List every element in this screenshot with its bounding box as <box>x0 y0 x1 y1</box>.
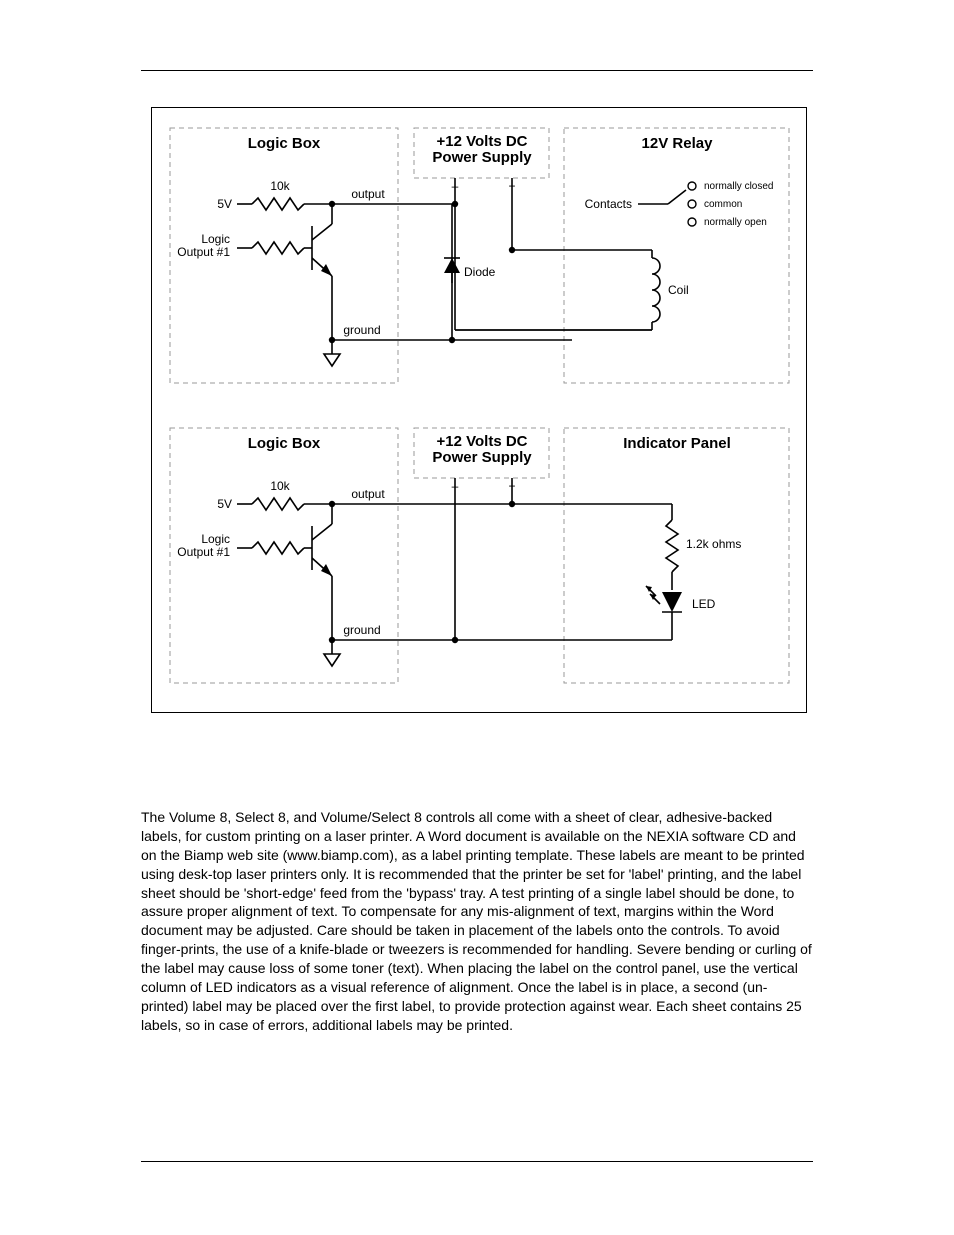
ground-icon <box>324 354 340 366</box>
diagram-svg: .t { font-family: Arial, Helvetica, sans… <box>152 108 806 712</box>
relay-title: 12V Relay <box>642 135 714 152</box>
contact-no-icon <box>688 218 696 226</box>
bottom-schematic: Logic Box +12 Volts DCPower Supply Indic… <box>170 428 789 683</box>
relay-frame <box>564 128 789 383</box>
resistor-1k2-icon <box>666 520 678 572</box>
coil-label: Coil <box>668 283 689 297</box>
transistor-emitter-arrow-icon <box>321 264 332 276</box>
output-label: output <box>351 187 385 201</box>
logic-box-title: Logic Box <box>248 135 321 152</box>
resistor-10k-icon-2 <box>252 498 304 510</box>
ground-label: ground <box>343 323 380 337</box>
led-label: LED <box>692 597 716 611</box>
base-resistor-icon <box>252 242 304 254</box>
5v-label-2: 5V <box>217 497 232 511</box>
coil-icon <box>652 258 660 322</box>
common-label: common <box>704 199 742 210</box>
r1k2-label: 1.2k ohms <box>686 537 741 551</box>
logic-box-title-2: Logic Box <box>248 435 321 452</box>
body-paragraph: The Volume 8, Select 8, and Volume/Selec… <box>141 808 813 1035</box>
resistor-10k-icon <box>252 198 304 210</box>
diode-label: Diode <box>464 265 496 279</box>
top-schematic: Logic Box +12 Volts DCPower Supply 12V R… <box>170 128 789 383</box>
nc-label: normally closed <box>704 181 773 192</box>
ground-label-2: ground <box>343 623 380 637</box>
indicator-frame <box>564 428 789 683</box>
circuit-diagram-figure: .t { font-family: Arial, Helvetica, sans… <box>151 107 807 713</box>
r10k-label-2: 10k <box>270 479 290 493</box>
logic-output-label: LogicOutput #1 <box>177 232 230 259</box>
led-icon <box>662 592 682 612</box>
page: .t { font-family: Arial, Helvetica, sans… <box>0 0 954 1235</box>
contacts-label: Contacts <box>585 197 632 211</box>
5v-label: 5V <box>217 197 232 211</box>
diode-icon <box>444 204 460 340</box>
top-rule <box>141 70 813 71</box>
bottom-rule <box>141 1161 813 1162</box>
logic-output-label-2: LogicOutput #1 <box>177 532 230 559</box>
r10k-label: 10k <box>270 179 290 193</box>
no-label: normally open <box>704 217 767 228</box>
psu-title-2: +12 Volts DCPower Supply <box>432 433 532 466</box>
indicator-title: Indicator Panel <box>623 435 731 452</box>
output-label-2: output <box>351 487 385 501</box>
contact-common-icon <box>688 200 696 208</box>
contact-nc-icon <box>688 182 696 190</box>
psu-title-line1: +12 Volts DCPower Supply <box>432 133 532 166</box>
